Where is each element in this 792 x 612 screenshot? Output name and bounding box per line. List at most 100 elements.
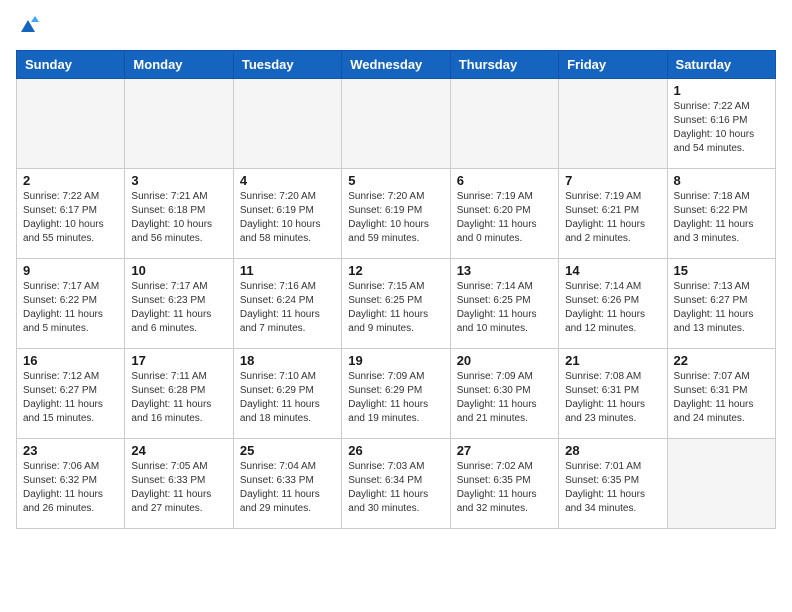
day-header-tuesday: Tuesday [233,51,341,79]
day-number: 19 [348,353,443,368]
day-number: 15 [674,263,769,278]
day-info: Sunrise: 7:19 AM Sunset: 6:21 PM Dayligh… [565,190,660,246]
day-info: Sunrise: 7:10 AM Sunset: 6:29 PM Dayligh… [240,370,335,426]
day-info: Sunrise: 7:06 AM Sunset: 6:32 PM Dayligh… [23,460,118,516]
calendar-cell: 2 Sunrise: 7:22 AM Sunset: 6:17 PM Daylig… [17,169,125,259]
day-number: 12 [348,263,443,278]
calendar-header-row: SundayMondayTuesdayWednesdayThursdayFrid… [17,51,776,79]
day-number: 24 [131,443,226,458]
day-info: Sunrise: 7:17 AM Sunset: 6:23 PM Dayligh… [131,280,226,336]
calendar-cell: 13 Sunrise: 7:14 AM Sunset: 6:25 PM Dayli… [450,259,558,349]
week-row-5: 23 Sunrise: 7:06 AM Sunset: 6:32 PM Dayli… [17,439,776,529]
day-info: Sunrise: 7:09 AM Sunset: 6:30 PM Dayligh… [457,370,552,426]
day-number: 14 [565,263,660,278]
calendar-cell: 17 Sunrise: 7:11 AM Sunset: 6:28 PM Dayli… [125,349,233,439]
day-number: 9 [23,263,118,278]
day-info: Sunrise: 7:14 AM Sunset: 6:25 PM Dayligh… [457,280,552,336]
calendar-cell: 4 Sunrise: 7:20 AM Sunset: 6:19 PM Daylig… [233,169,341,259]
day-number: 25 [240,443,335,458]
day-info: Sunrise: 7:20 AM Sunset: 6:19 PM Dayligh… [240,190,335,246]
day-number: 3 [131,173,226,188]
calendar-cell [450,79,558,169]
day-number: 26 [348,443,443,458]
calendar-cell: 18 Sunrise: 7:10 AM Sunset: 6:29 PM Dayli… [233,349,341,439]
day-info: Sunrise: 7:14 AM Sunset: 6:26 PM Dayligh… [565,280,660,336]
logo-icon [17,14,39,36]
day-header-saturday: Saturday [667,51,775,79]
day-number: 20 [457,353,552,368]
week-row-4: 16 Sunrise: 7:12 AM Sunset: 6:27 PM Dayli… [17,349,776,439]
day-info: Sunrise: 7:18 AM Sunset: 6:22 PM Dayligh… [674,190,769,246]
calendar-cell [667,439,775,529]
day-number: 4 [240,173,335,188]
day-number: 11 [240,263,335,278]
day-number: 5 [348,173,443,188]
day-info: Sunrise: 7:12 AM Sunset: 6:27 PM Dayligh… [23,370,118,426]
day-info: Sunrise: 7:01 AM Sunset: 6:35 PM Dayligh… [565,460,660,516]
calendar-cell: 12 Sunrise: 7:15 AM Sunset: 6:25 PM Dayli… [342,259,450,349]
day-info: Sunrise: 7:11 AM Sunset: 6:28 PM Dayligh… [131,370,226,426]
day-header-wednesday: Wednesday [342,51,450,79]
day-number: 22 [674,353,769,368]
day-number: 13 [457,263,552,278]
calendar-cell: 3 Sunrise: 7:21 AM Sunset: 6:18 PM Daylig… [125,169,233,259]
calendar-cell [559,79,667,169]
day-info: Sunrise: 7:13 AM Sunset: 6:27 PM Dayligh… [674,280,769,336]
day-info: Sunrise: 7:03 AM Sunset: 6:34 PM Dayligh… [348,460,443,516]
calendar-cell [17,79,125,169]
day-info: Sunrise: 7:22 AM Sunset: 6:17 PM Dayligh… [23,190,118,246]
day-number: 28 [565,443,660,458]
day-number: 10 [131,263,226,278]
day-info: Sunrise: 7:19 AM Sunset: 6:20 PM Dayligh… [457,190,552,246]
day-info: Sunrise: 7:22 AM Sunset: 6:16 PM Dayligh… [674,100,769,156]
day-info: Sunrise: 7:15 AM Sunset: 6:25 PM Dayligh… [348,280,443,336]
calendar-cell: 5 Sunrise: 7:20 AM Sunset: 6:19 PM Daylig… [342,169,450,259]
day-number: 6 [457,173,552,188]
day-number: 16 [23,353,118,368]
page-header [16,16,776,40]
day-number: 21 [565,353,660,368]
day-number: 7 [565,173,660,188]
calendar-cell: 23 Sunrise: 7:06 AM Sunset: 6:32 PM Dayli… [17,439,125,529]
day-number: 17 [131,353,226,368]
calendar-cell: 15 Sunrise: 7:13 AM Sunset: 6:27 PM Dayli… [667,259,775,349]
calendar-cell: 10 Sunrise: 7:17 AM Sunset: 6:23 PM Dayli… [125,259,233,349]
calendar-cell: 7 Sunrise: 7:19 AM Sunset: 6:21 PM Daylig… [559,169,667,259]
week-row-3: 9 Sunrise: 7:17 AM Sunset: 6:22 PM Daylig… [17,259,776,349]
day-info: Sunrise: 7:16 AM Sunset: 6:24 PM Dayligh… [240,280,335,336]
day-header-thursday: Thursday [450,51,558,79]
day-info: Sunrise: 7:08 AM Sunset: 6:31 PM Dayligh… [565,370,660,426]
week-row-2: 2 Sunrise: 7:22 AM Sunset: 6:17 PM Daylig… [17,169,776,259]
day-header-monday: Monday [125,51,233,79]
day-number: 2 [23,173,118,188]
day-number: 23 [23,443,118,458]
calendar-cell: 16 Sunrise: 7:12 AM Sunset: 6:27 PM Dayli… [17,349,125,439]
calendar-cell: 9 Sunrise: 7:17 AM Sunset: 6:22 PM Daylig… [17,259,125,349]
day-number: 27 [457,443,552,458]
day-info: Sunrise: 7:09 AM Sunset: 6:29 PM Dayligh… [348,370,443,426]
calendar-cell: 26 Sunrise: 7:03 AM Sunset: 6:34 PM Dayli… [342,439,450,529]
day-header-friday: Friday [559,51,667,79]
day-info: Sunrise: 7:04 AM Sunset: 6:33 PM Dayligh… [240,460,335,516]
day-number: 1 [674,83,769,98]
calendar-table: SundayMondayTuesdayWednesdayThursdayFrid… [16,50,776,529]
calendar-cell: 11 Sunrise: 7:16 AM Sunset: 6:24 PM Dayli… [233,259,341,349]
calendar-cell: 20 Sunrise: 7:09 AM Sunset: 6:30 PM Dayli… [450,349,558,439]
day-info: Sunrise: 7:07 AM Sunset: 6:31 PM Dayligh… [674,370,769,426]
day-info: Sunrise: 7:05 AM Sunset: 6:33 PM Dayligh… [131,460,226,516]
calendar-cell: 6 Sunrise: 7:19 AM Sunset: 6:20 PM Daylig… [450,169,558,259]
calendar-cell: 21 Sunrise: 7:08 AM Sunset: 6:31 PM Dayli… [559,349,667,439]
day-number: 8 [674,173,769,188]
calendar-cell: 27 Sunrise: 7:02 AM Sunset: 6:35 PM Dayli… [450,439,558,529]
calendar-cell [125,79,233,169]
day-number: 18 [240,353,335,368]
day-header-sunday: Sunday [17,51,125,79]
calendar-cell: 22 Sunrise: 7:07 AM Sunset: 6:31 PM Dayli… [667,349,775,439]
logo [16,16,39,40]
day-info: Sunrise: 7:17 AM Sunset: 6:22 PM Dayligh… [23,280,118,336]
calendar-cell [342,79,450,169]
day-info: Sunrise: 7:02 AM Sunset: 6:35 PM Dayligh… [457,460,552,516]
day-info: Sunrise: 7:20 AM Sunset: 6:19 PM Dayligh… [348,190,443,246]
calendar-cell: 24 Sunrise: 7:05 AM Sunset: 6:33 PM Dayli… [125,439,233,529]
day-info: Sunrise: 7:21 AM Sunset: 6:18 PM Dayligh… [131,190,226,246]
